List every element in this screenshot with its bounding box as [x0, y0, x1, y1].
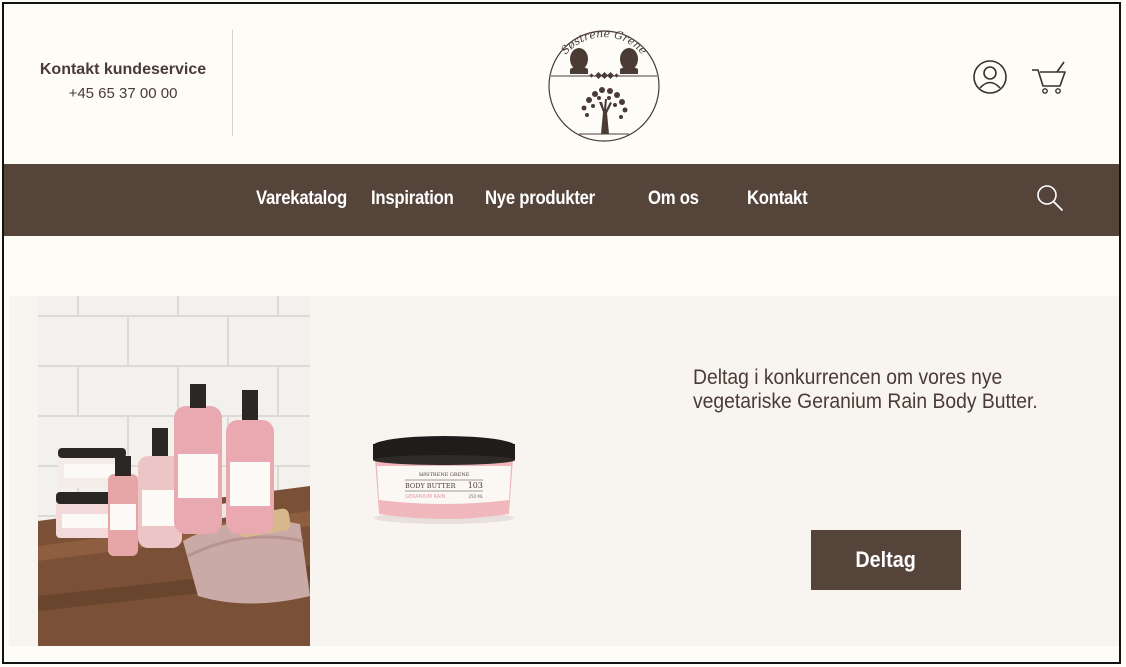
contact-title: Kontakt kundeservice: [39, 61, 207, 78]
customer-service-contact[interactable]: Kontakt kundeservice +45 65 37 00 00: [34, 61, 212, 102]
main-nav: Varekatalog Inspiration Nye produkter Om…: [4, 164, 1119, 236]
product-label-volume: 250 ML: [468, 494, 483, 499]
join-contest-button-label: Deltag: [855, 547, 917, 572]
cart-icon[interactable]: [1030, 58, 1068, 96]
nav-item-inspiration[interactable]: Inspiration: [371, 188, 454, 210]
join-contest-button[interactable]: Deltag: [811, 530, 961, 590]
product-label-brand: SØSTRENE GRENE: [419, 471, 470, 478]
nav-item-om-os[interactable]: Om os: [648, 188, 699, 210]
promo-banner: SØSTRENE GRENE BODY BUTTER 103 GERANIUM …: [9, 296, 1119, 646]
body-butter-product-image[interactable]: SØSTRENE GRENE BODY BUTTER 103 GERANIUM …: [369, 432, 519, 532]
account-icon[interactable]: [972, 59, 1008, 95]
promo-headline: Deltag i konkurrencen om vores nye veget…: [693, 366, 1038, 413]
product-label-name: BODY BUTTER: [405, 482, 457, 490]
nav-item-varekatalog[interactable]: Varekatalog: [256, 188, 347, 210]
brand-logo[interactable]: Søstrene Grene: [539, 14, 669, 144]
contact-phone[interactable]: +45 65 37 00 00: [34, 85, 212, 102]
product-label-variant: GERANIUM RAIN: [405, 494, 446, 500]
header-divider: [232, 30, 233, 136]
page-frame: Kontakt kundeservice +45 65 37 00 00 Søs…: [2, 2, 1121, 664]
search-icon[interactable]: [1036, 184, 1064, 212]
nav-item-kontakt[interactable]: Kontakt: [747, 188, 808, 210]
site-header: Kontakt kundeservice +45 65 37 00 00 Søs…: [4, 4, 1119, 164]
nav-item-nye-produkter[interactable]: Nye produkter: [485, 188, 595, 210]
product-label-number: 103: [468, 481, 483, 490]
lifestyle-product-photo: [38, 296, 310, 646]
